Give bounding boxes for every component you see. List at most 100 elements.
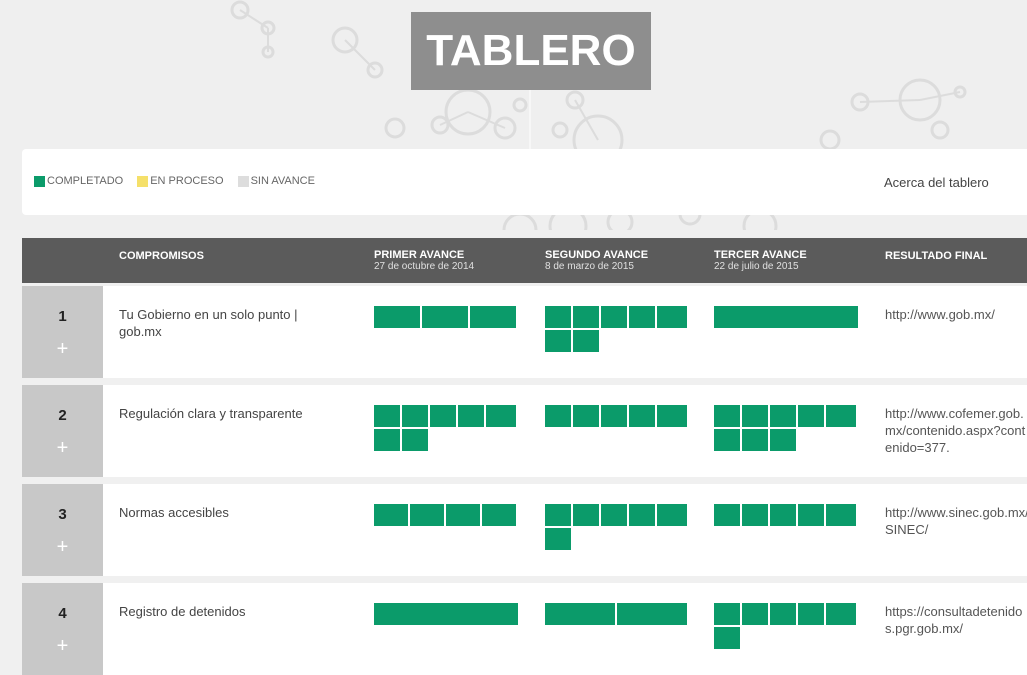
legend-bar: COMPLETADO EN PROCESO SIN AVANCE Acerca …: [22, 149, 1027, 215]
commitment-name: Registro de detenidos: [119, 604, 246, 619]
progress-block: [629, 306, 655, 328]
progress-block: [458, 405, 484, 427]
progress-block: [573, 306, 599, 328]
tercer-avance-progress: [714, 504, 864, 528]
progress-block: [714, 627, 740, 649]
column-primer-avance-label: PRIMER AVANCE: [374, 249, 465, 261]
progress-block: [657, 504, 687, 526]
expand-row-button[interactable]: +: [22, 338, 103, 361]
progress-block: [826, 405, 856, 427]
resultado-final-url: http://www.sinec.gob.mx/SINEC/: [885, 505, 1027, 537]
column-compromisos: COMPROMISOS: [119, 250, 204, 262]
progress-block: [374, 504, 408, 526]
page-title: TABLERO: [411, 12, 651, 90]
column-tercer-avance-label: TERCER AVANCE: [714, 249, 807, 261]
resultado-final-url: https://consultadetenidos.pgr.gob.mx/: [885, 604, 1023, 636]
commitment-name: Tu Gobierno en un solo punto | gob.mx: [119, 307, 298, 339]
tercer-avance-progress: [714, 603, 864, 653]
progress-block: [374, 603, 518, 625]
segundo-avance-progress: [545, 306, 695, 356]
expand-row-button[interactable]: +: [22, 536, 103, 559]
column-segundo-avance-label: SEGUNDO AVANCE: [545, 249, 649, 261]
progress-block: [770, 429, 796, 451]
progress-block: [742, 429, 768, 451]
progress-block: [573, 405, 599, 427]
commitment-name: Regulación clara y transparente: [119, 406, 303, 421]
progress-block: [714, 603, 740, 625]
status-legend: COMPLETADO EN PROCESO SIN AVANCE: [34, 175, 329, 187]
progress-block: [374, 306, 420, 328]
row-number-cell: 2 +: [22, 385, 103, 477]
progress-block: [446, 504, 480, 526]
tercer-avance-progress: [714, 405, 864, 455]
column-primer-avance: PRIMER AVANCE 27 de octubre de 2014: [374, 249, 474, 273]
sin-avance-swatch: [237, 175, 249, 187]
progress-block: [798, 405, 824, 427]
table-row: 1 + Tu Gobierno en un solo punto | gob.m…: [22, 286, 1027, 378]
progress-block: [770, 603, 796, 625]
progress-block: [402, 405, 428, 427]
column-tercer-avance: TERCER AVANCE 22 de julio de 2015: [714, 249, 807, 273]
segundo-avance-progress: [545, 405, 695, 429]
legend-item-en-proceso: EN PROCESO: [137, 175, 224, 187]
column-segundo-avance: SEGUNDO AVANCE 8 de marzo de 2015: [545, 249, 648, 273]
table-row: 4 + Registro de detenidos https://consul…: [22, 583, 1027, 675]
progress-block: [402, 429, 428, 451]
progress-block: [742, 603, 768, 625]
tercer-avance-progress: [714, 306, 864, 330]
expand-row-button[interactable]: +: [22, 635, 103, 658]
commitment-name: Normas accesibles: [119, 505, 229, 520]
progress-block: [770, 504, 796, 526]
progress-block: [714, 429, 740, 451]
progress-block: [545, 330, 571, 352]
progress-block: [374, 429, 400, 451]
progress-block: [798, 603, 824, 625]
column-segundo-avance-date: 8 de marzo de 2015: [545, 261, 634, 272]
progress-block: [826, 504, 856, 526]
progress-block: [545, 528, 571, 550]
table-row: 2 + Regulación clara y transparente http…: [22, 385, 1027, 477]
row-number: 1: [58, 308, 67, 325]
progress-block: [545, 603, 615, 625]
progress-block: [486, 405, 516, 427]
progress-block: [573, 504, 599, 526]
legend-label-completado: COMPLETADO: [47, 175, 124, 187]
legend-item-sin-avance: SIN AVANCE: [237, 175, 315, 187]
row-number: 2: [58, 407, 67, 424]
legend-label-sin-avance: SIN AVANCE: [250, 175, 315, 187]
progress-block: [545, 504, 571, 526]
row-number: 3: [58, 506, 67, 523]
row-number: 4: [58, 605, 67, 622]
progress-block: [826, 603, 856, 625]
progress-block: [714, 504, 740, 526]
progress-block: [657, 306, 687, 328]
segundo-avance-progress: [545, 603, 695, 627]
progress-block: [430, 405, 456, 427]
column-tercer-avance-date: 22 de julio de 2015: [714, 261, 799, 272]
progress-block: [714, 306, 858, 328]
progress-block: [482, 504, 516, 526]
en-proceso-swatch: [137, 175, 149, 187]
progress-block: [422, 306, 468, 328]
progress-block: [573, 330, 599, 352]
row-number-cell: 1 +: [22, 286, 103, 378]
progress-block: [617, 603, 687, 625]
primer-avance-progress: [374, 603, 524, 627]
primer-avance-progress: [374, 405, 524, 455]
progress-block: [657, 405, 687, 427]
progress-block: [742, 405, 768, 427]
progress-block: [410, 504, 444, 526]
progress-block: [374, 405, 400, 427]
table-header: COMPROMISOS PRIMER AVANCE 27 de octubre …: [22, 238, 1027, 283]
primer-avance-progress: [374, 504, 524, 528]
progress-block: [629, 504, 655, 526]
progress-block: [545, 405, 571, 427]
expand-row-button[interactable]: +: [22, 437, 103, 460]
column-resultado-final: RESULTADO FINAL: [885, 250, 988, 262]
completado-swatch: [34, 175, 45, 187]
legend-item-completado: COMPLETADO: [34, 175, 123, 187]
progress-block: [601, 405, 627, 427]
about-dashboard-link[interactable]: Acerca del tablero: [884, 175, 989, 190]
progress-block: [601, 504, 627, 526]
row-number-cell: 3 +: [22, 484, 103, 576]
